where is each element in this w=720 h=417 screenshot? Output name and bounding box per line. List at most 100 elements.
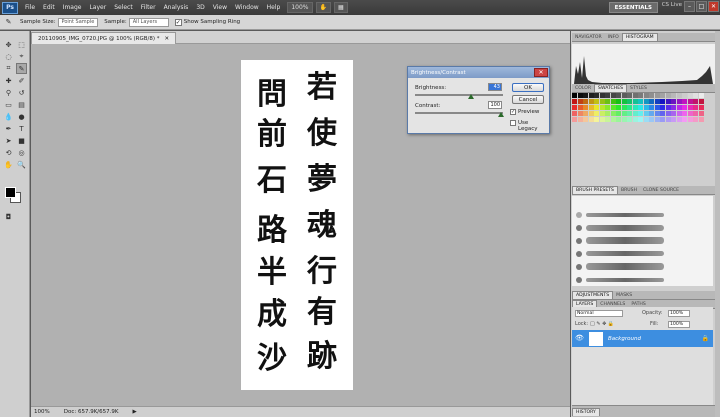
pen-tool-icon[interactable]: ✒	[3, 123, 14, 134]
crop-tool-icon[interactable]: ⌗	[3, 63, 14, 74]
color-swatch[interactable]	[665, 111, 671, 116]
color-swatch[interactable]	[660, 99, 665, 104]
color-swatch[interactable]	[627, 111, 632, 116]
color-swatch[interactable]	[682, 117, 687, 122]
tab-info[interactable]: INFO	[605, 34, 622, 41]
color-swatch[interactable]	[610, 105, 616, 110]
color-swatch[interactable]	[583, 111, 588, 116]
dialog-close-icon[interactable]: ✕	[534, 68, 548, 77]
color-swatch[interactable]	[632, 105, 638, 110]
brush-preset[interactable]	[576, 236, 664, 245]
tab-clone-source[interactable]: CLONE SOURCE	[640, 187, 682, 194]
brush-preset[interactable]	[576, 275, 664, 284]
color-swatch[interactable]	[583, 99, 588, 104]
menu-edit[interactable]: Edit	[39, 4, 59, 11]
color-swatch[interactable]	[610, 99, 616, 104]
color-swatch[interactable]	[676, 117, 682, 122]
dodge-tool-icon[interactable]: ●	[16, 111, 27, 122]
close-tab-icon[interactable]: ✕	[165, 36, 170, 42]
color-swatch[interactable]	[627, 105, 632, 110]
color-swatch[interactable]	[665, 117, 671, 122]
color-swatch[interactable]	[583, 93, 588, 98]
image-canvas[interactable]: 若 使 夢 魂 行 有 跡 問 前 石 路 半 成 沙	[241, 60, 353, 390]
menu-select[interactable]: Select	[110, 4, 137, 11]
color-swatch[interactable]	[627, 117, 632, 122]
color-swatch[interactable]	[621, 99, 627, 104]
color-swatch[interactable]	[693, 93, 698, 98]
color-swatch[interactable]	[649, 99, 654, 104]
color-swatch[interactable]	[572, 105, 577, 110]
menu-3d[interactable]: 3D	[192, 4, 208, 11]
color-swatch[interactable]	[572, 117, 577, 122]
color-swatch[interactable]	[599, 111, 605, 116]
color-swatch[interactable]	[665, 99, 671, 104]
brush-preset[interactable]	[576, 210, 664, 219]
foreground-color-swatch[interactable]	[5, 187, 16, 198]
color-swatch[interactable]	[599, 117, 605, 122]
color-swatch[interactable]	[583, 105, 588, 110]
swatches-grid[interactable]	[572, 93, 706, 123]
color-swatch[interactable]	[577, 117, 583, 122]
eyedropper-icon[interactable]: ✎	[3, 17, 14, 28]
history-brush-tool-icon[interactable]: ↺	[16, 87, 27, 98]
tab-styles[interactable]: STYLES	[627, 85, 650, 92]
color-swatch[interactable]	[671, 93, 676, 98]
show-ring-checkbox[interactable]: ✓	[174, 18, 182, 26]
color-swatch[interactable]	[610, 111, 616, 116]
color-swatch[interactable]	[588, 111, 594, 116]
color-swatch[interactable]	[687, 117, 693, 122]
eyedropper-tool-icon[interactable]: ✎	[16, 63, 27, 74]
sample-size-select[interactable]: Point Sample	[57, 17, 99, 27]
color-swatch[interactable]	[687, 111, 693, 116]
cs-live-button[interactable]: CS Live	[662, 2, 682, 8]
color-swatch[interactable]	[588, 99, 594, 104]
color-swatch[interactable]	[676, 111, 682, 116]
workspace-button[interactable]: ESSENTIALS	[608, 2, 658, 13]
tab-histogram[interactable]: HISTOGRAM	[621, 33, 658, 41]
color-swatch[interactable]	[698, 105, 704, 110]
layer-name[interactable]: Background	[608, 336, 641, 342]
color-swatch[interactable]	[660, 111, 665, 116]
color-swatch[interactable]	[676, 99, 682, 104]
color-swatch[interactable]	[671, 105, 676, 110]
menu-view[interactable]: View	[209, 4, 231, 11]
shape-tool-icon[interactable]: ■	[16, 135, 27, 146]
move-tool-icon[interactable]: ✥	[3, 39, 14, 50]
color-swatch[interactable]	[599, 105, 605, 110]
color-swatch[interactable]	[660, 93, 665, 98]
color-swatch[interactable]	[588, 105, 594, 110]
color-swatch[interactable]	[665, 105, 671, 110]
color-swatch[interactable]	[638, 111, 643, 116]
tab-color[interactable]: COLOR	[572, 85, 594, 92]
color-swatch[interactable]	[698, 111, 704, 116]
color-swatch[interactable]	[693, 105, 698, 110]
color-swatch[interactable]	[605, 111, 610, 116]
tab-navigator[interactable]: NAVIGATOR	[572, 34, 605, 41]
color-swatch[interactable]	[616, 99, 621, 104]
color-swatch[interactable]	[676, 93, 682, 98]
color-swatch[interactable]	[594, 99, 599, 104]
color-swatch[interactable]	[594, 117, 599, 122]
color-swatch[interactable]	[638, 99, 643, 104]
color-swatch[interactable]	[588, 93, 594, 98]
color-swatch[interactable]	[588, 117, 594, 122]
brightness-slider-thumb[interactable]	[468, 94, 474, 99]
tab-brush-presets[interactable]: BRUSH PRESETS	[572, 186, 618, 194]
color-swatch[interactable]	[621, 117, 627, 122]
color-swatch[interactable]	[676, 105, 682, 110]
color-swatch[interactable]	[594, 105, 599, 110]
zoom-level-select[interactable]: 100%	[287, 2, 313, 13]
color-swatch[interactable]	[671, 111, 676, 116]
color-swatch[interactable]	[643, 117, 649, 122]
color-swatch[interactable]	[594, 111, 599, 116]
zoom-tool-icon[interactable]: 🔍	[16, 159, 27, 170]
brush-tool-icon[interactable]: ✐	[16, 75, 27, 86]
tab-history[interactable]: HISTORY	[572, 408, 600, 416]
color-swatch[interactable]	[621, 93, 627, 98]
color-swatch[interactable]	[687, 93, 693, 98]
clone-stamp-tool-icon[interactable]: ⚲	[3, 87, 14, 98]
color-swatch[interactable]	[594, 93, 599, 98]
color-swatch[interactable]	[610, 93, 616, 98]
color-swatch[interactable]	[671, 99, 676, 104]
opacity-input[interactable]: 100%	[668, 310, 690, 317]
